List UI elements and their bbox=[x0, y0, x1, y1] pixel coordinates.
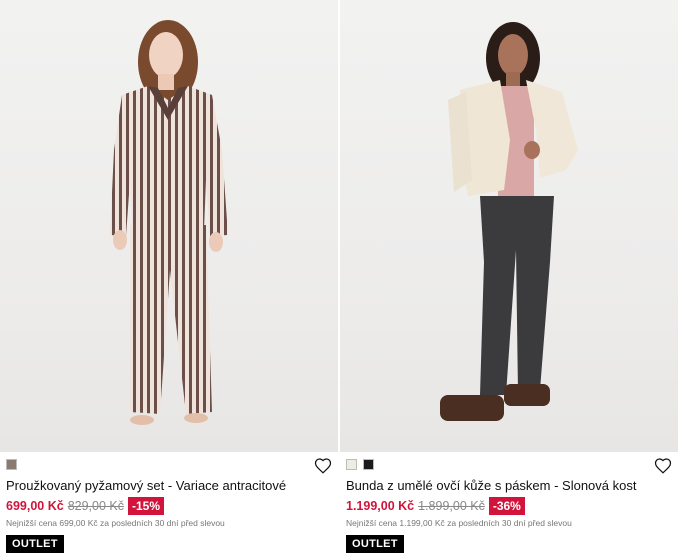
model-photo-pajama bbox=[110, 20, 228, 425]
model-photo-jacket bbox=[440, 22, 578, 421]
discount-badge: -15% bbox=[127, 497, 164, 515]
lowest-price-note: Nejnižší cena 1.199,00 Kč za posledních … bbox=[346, 518, 572, 528]
price-row: 699,00 Kč 829,00 Kč -15% bbox=[6, 497, 164, 515]
outlet-tag: OUTLET bbox=[346, 535, 404, 553]
product-image[interactable] bbox=[0, 0, 338, 452]
heart-outline-icon[interactable] bbox=[654, 457, 672, 475]
heart-outline-icon[interactable] bbox=[314, 457, 332, 475]
product-image[interactable] bbox=[340, 0, 678, 452]
outlet-tag: OUTLET bbox=[6, 535, 64, 553]
color-swatches bbox=[346, 459, 374, 470]
product-card[interactable]: Bunda z umělé ovčí kůže s páskem - Slono… bbox=[340, 0, 678, 560]
color-swatch[interactable] bbox=[6, 459, 17, 470]
color-swatch[interactable] bbox=[346, 459, 357, 470]
product-grid: Proužkovaný pyžamový set - Variace antra… bbox=[0, 0, 678, 560]
discount-badge: -36% bbox=[488, 497, 525, 515]
lowest-price-note: Nejnižší cena 699,00 Kč za posledních 30… bbox=[6, 518, 225, 528]
current-price: 699,00 Kč bbox=[6, 499, 64, 513]
current-price: 1.199,00 Kč bbox=[346, 499, 415, 513]
product-title[interactable]: Bunda z umělé ovčí kůže s páskem - Slono… bbox=[346, 478, 672, 494]
color-swatch[interactable] bbox=[363, 459, 374, 470]
product-card[interactable]: Proužkovaný pyžamový set - Variace antra… bbox=[0, 0, 338, 560]
original-price: 1.899,00 Kč bbox=[418, 499, 485, 513]
original-price: 829,00 Kč bbox=[67, 499, 124, 513]
color-swatches bbox=[6, 459, 17, 470]
price-row: 1.199,00 Kč 1.899,00 Kč -36% bbox=[346, 497, 525, 515]
product-title[interactable]: Proužkovaný pyžamový set - Variace antra… bbox=[6, 478, 332, 494]
